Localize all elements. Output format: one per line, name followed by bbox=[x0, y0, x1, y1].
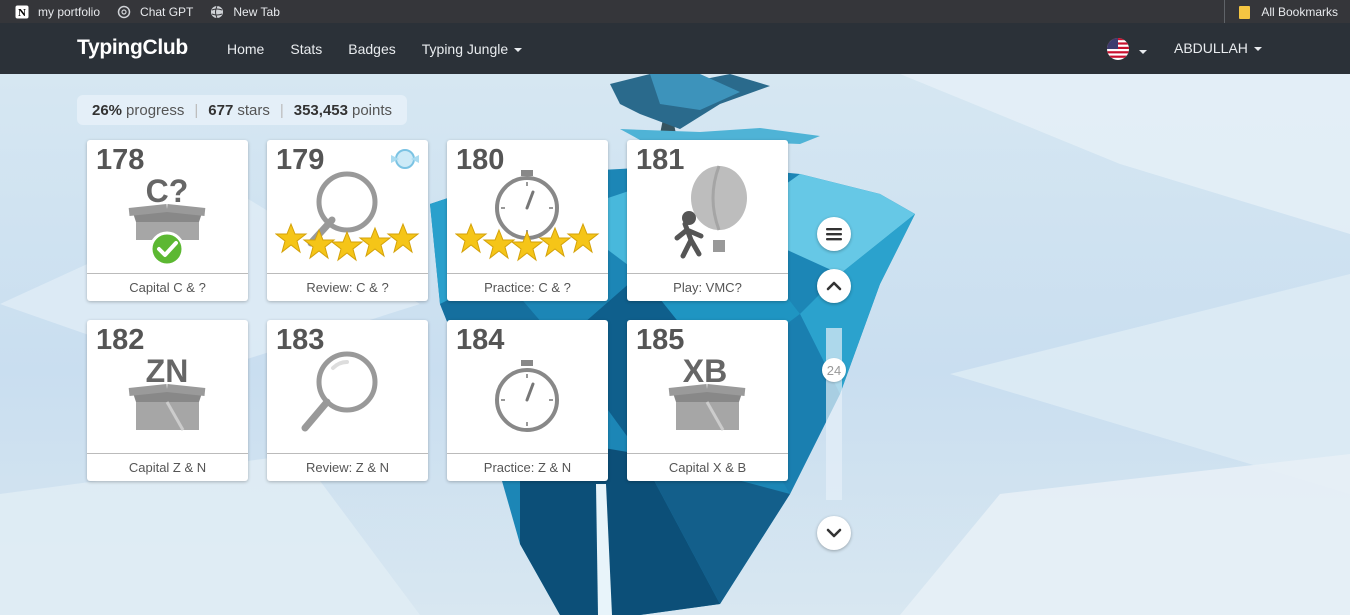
scroll-up-button[interactable] bbox=[817, 269, 851, 303]
star-icon bbox=[275, 222, 308, 254]
progress-value: 26% bbox=[92, 101, 123, 119]
globe-icon bbox=[209, 4, 225, 20]
star-icon bbox=[538, 226, 572, 258]
folder-icon bbox=[1237, 4, 1253, 20]
lesson-card-185[interactable]: XB 185 Capital X & B bbox=[627, 320, 788, 481]
lesson-card-180[interactable]: 180 Practice: C & ? bbox=[447, 140, 608, 301]
lesson-card-179[interactable]: 179 Review: C & ? bbox=[267, 140, 428, 301]
scroll-down-button[interactable] bbox=[817, 516, 851, 550]
lesson-number: 179 bbox=[276, 144, 325, 176]
svg-text:N: N bbox=[18, 7, 26, 19]
lesson-title: Capital X & B bbox=[627, 453, 788, 481]
hamburger-icon bbox=[826, 228, 842, 241]
lesson-card-178[interactable]: C? 178 Capital C & ? bbox=[87, 140, 248, 301]
star-rating bbox=[275, 222, 420, 262]
lesson-number: 178 bbox=[96, 144, 145, 176]
separator: | bbox=[194, 101, 199, 119]
nav-badges[interactable]: Badges bbox=[348, 41, 395, 57]
jungle-background: 26% progress | 677 stars | 353,453 point… bbox=[0, 74, 1350, 615]
points-label: points bbox=[351, 101, 393, 119]
lesson-title: Review: C & ? bbox=[267, 273, 428, 301]
star-icon bbox=[510, 230, 544, 262]
star-rating bbox=[455, 222, 600, 262]
separator: | bbox=[279, 101, 284, 119]
all-bookmarks-label: All Bookmarks bbox=[1261, 4, 1338, 19]
chevron-up-icon bbox=[826, 281, 842, 291]
bookmark-new-tab[interactable]: New Tab bbox=[209, 0, 280, 23]
bookmark-my-portfolio[interactable]: N my portfolio bbox=[14, 0, 100, 23]
points-value: 353,453 bbox=[293, 101, 348, 119]
nav-typing-jungle-label: Typing Jungle bbox=[421, 40, 509, 57]
nav-links: Home Stats Badges Typing Jungle bbox=[227, 23, 548, 74]
lesson-title: Play: VMC? bbox=[627, 273, 788, 301]
lesson-card-182[interactable]: ZN 182 Capital Z & N bbox=[87, 320, 248, 481]
lesson-number: 182 bbox=[96, 324, 145, 356]
brand-logo[interactable]: TypingClub bbox=[77, 36, 188, 60]
bookmark-label: Chat GPT bbox=[140, 4, 194, 19]
chatgpt-icon bbox=[116, 4, 132, 20]
star-icon bbox=[330, 230, 364, 262]
star-icon bbox=[566, 222, 600, 254]
lesson-title: Practice: Z & N bbox=[447, 453, 608, 481]
level-scroll-track[interactable] bbox=[826, 328, 842, 500]
chevron-down-icon bbox=[826, 528, 842, 538]
language-selector[interactable] bbox=[1106, 37, 1147, 66]
star-icon bbox=[358, 226, 392, 258]
lesson-card-181[interactable]: 181 Play: VMC? bbox=[627, 140, 788, 301]
lesson-card-183[interactable]: 183 Review: Z & N bbox=[267, 320, 428, 481]
progress-label: progress bbox=[126, 101, 185, 119]
notion-icon: N bbox=[14, 4, 30, 20]
checkmark-icon bbox=[149, 231, 185, 267]
lesson-number: 184 bbox=[456, 324, 505, 356]
bookmark-label: New Tab bbox=[233, 4, 280, 19]
bookmark-label: my portfolio bbox=[38, 4, 101, 19]
badge-wings-icon bbox=[391, 149, 419, 169]
stars-value: 677 bbox=[208, 101, 234, 119]
lesson-number: 185 bbox=[636, 324, 685, 356]
bookmarks-bar: N my portfolio Chat GPT New Tab All Book… bbox=[0, 0, 1350, 23]
chevron-down-icon bbox=[514, 47, 523, 52]
lesson-number: 180 bbox=[456, 144, 505, 176]
menu-button[interactable] bbox=[817, 217, 851, 251]
star-icon bbox=[302, 228, 336, 260]
lesson-title: Review: Z & N bbox=[267, 453, 428, 481]
us-flag-icon bbox=[1106, 37, 1130, 66]
lesson-title: Practice: C & ? bbox=[447, 273, 608, 301]
stars-label: stars bbox=[237, 101, 270, 119]
lesson-title: Capital Z & N bbox=[87, 453, 248, 481]
chevron-down-icon bbox=[1139, 49, 1147, 54]
nav-typing-jungle[interactable]: Typing Jungle bbox=[421, 40, 523, 57]
svg-text:ZN: ZN bbox=[146, 353, 189, 389]
lesson-title: Capital C & ? bbox=[87, 273, 248, 301]
nav-home[interactable]: Home bbox=[227, 41, 264, 57]
svg-text:C?: C? bbox=[146, 173, 189, 209]
lesson-number: 181 bbox=[636, 144, 685, 176]
star-icon bbox=[482, 228, 516, 260]
star-icon bbox=[386, 222, 420, 254]
user-menu[interactable]: ABDULLAH bbox=[1174, 40, 1262, 56]
star-icon bbox=[455, 222, 488, 254]
top-navbar: TypingClub Home Stats Badges Typing Jung… bbox=[0, 23, 1350, 74]
chevron-down-icon bbox=[1253, 47, 1262, 52]
svg-text:XB: XB bbox=[683, 353, 727, 389]
all-bookmarks[interactable]: All Bookmarks bbox=[1224, 0, 1338, 23]
level-indicator[interactable]: 24 bbox=[822, 358, 846, 382]
lesson-card-184[interactable]: 184 Practice: Z & N bbox=[447, 320, 608, 481]
bookmark-chat-gpt[interactable]: Chat GPT bbox=[116, 0, 193, 23]
lesson-number: 183 bbox=[276, 324, 325, 356]
progress-stats: 26% progress | 677 stars | 353,453 point… bbox=[77, 95, 408, 125]
nav-stats[interactable]: Stats bbox=[290, 41, 322, 57]
user-name: ABDULLAH bbox=[1174, 40, 1248, 56]
